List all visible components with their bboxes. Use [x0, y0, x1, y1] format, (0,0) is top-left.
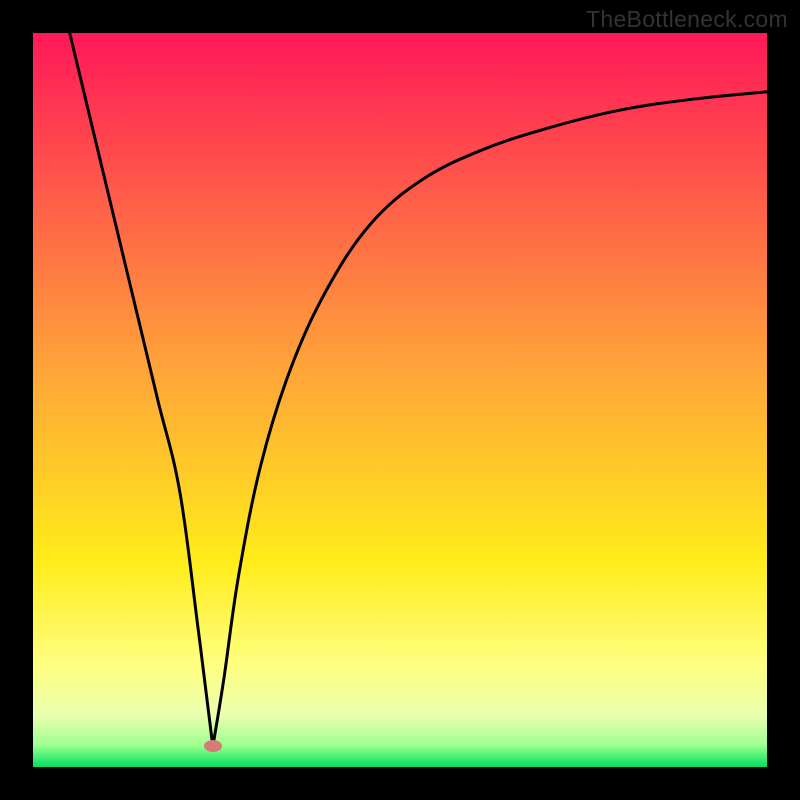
bottleneck-curve: [33, 33, 767, 767]
minimum-marker: [204, 740, 222, 752]
chart-container: TheBottleneck.com: [0, 0, 800, 800]
watermark-text: TheBottleneck.com: [586, 6, 788, 33]
plot-area: [33, 33, 767, 767]
